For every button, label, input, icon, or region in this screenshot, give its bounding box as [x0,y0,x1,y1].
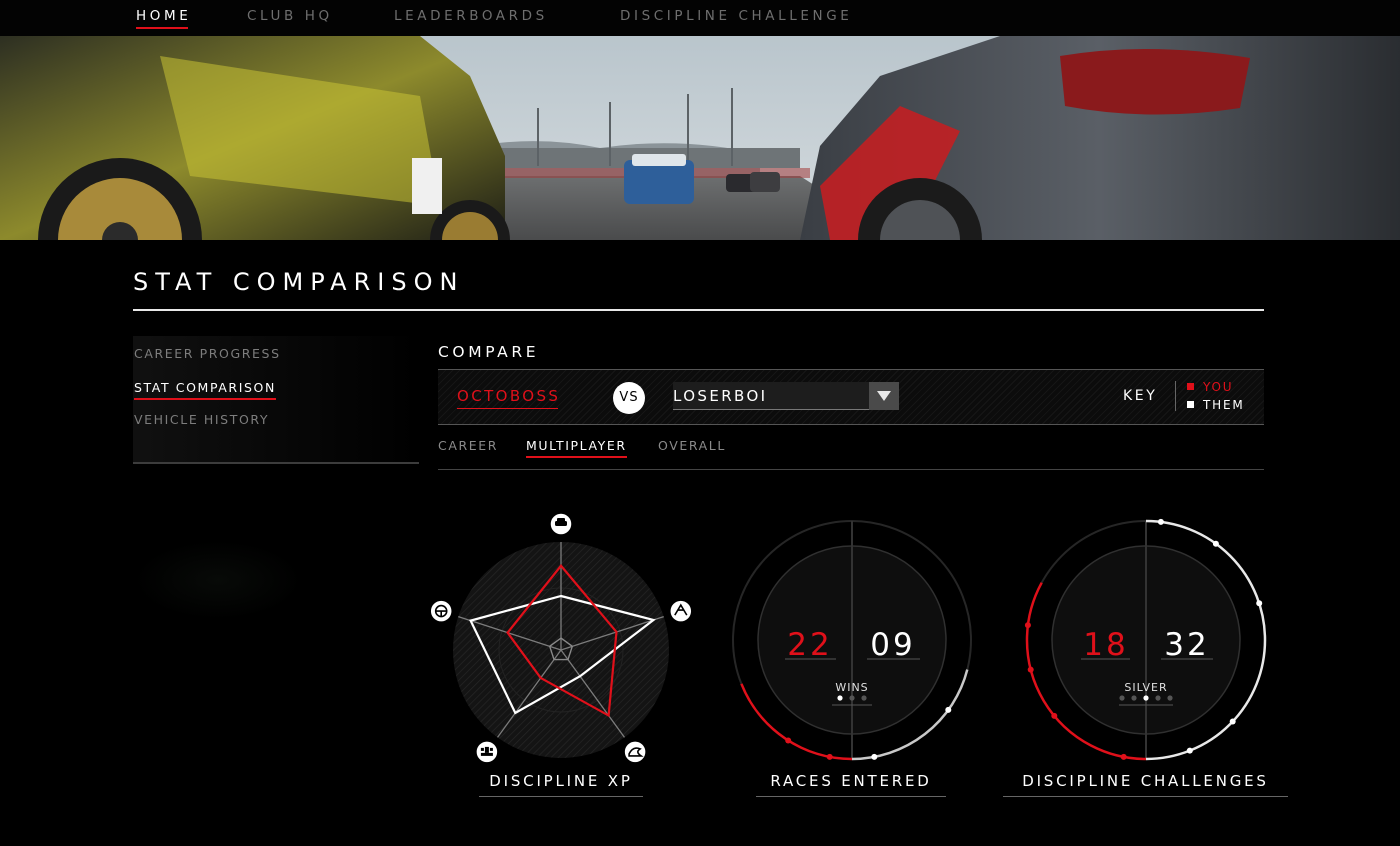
gauge-them-marker [871,753,878,760]
radar-series-them [469,594,656,715]
gauge-you-value: 22 [787,627,832,663]
player-name-you: OCTOBOSS [457,387,561,409]
nav-item-home[interactable]: HOME [136,8,191,29]
gauge-them-value: 32 [1164,627,1209,663]
legend-them-swatch [1187,401,1194,408]
gauge-you-marker [1027,666,1034,673]
sidebar-item-career-progress[interactable]: CAREER PROGRESS [134,346,281,361]
nav-item-discipline-challenge[interactable]: DISCIPLINE CHALLENGE [620,8,852,24]
tab-overall[interactable]: OVERALL [658,438,726,453]
sidebar-divider [133,462,419,464]
sidebar-item-vehicle-history[interactable]: VEHICLE HISTORY [134,412,269,427]
gauge-you-arc [740,683,853,761]
gauge-page-dot[interactable] [1143,695,1149,701]
gauge-you-marker [1051,712,1058,719]
opponent-name: LOSERBOI [673,387,768,405]
gauge-them-value: 09 [870,627,915,663]
radar-hub [548,637,574,661]
touring-car-icon [549,512,573,536]
hero-banner-image [0,36,1400,240]
gauge-page-dot[interactable] [1155,695,1161,701]
gauge-them-arc [851,669,969,761]
legend-you: YOU [1187,380,1233,394]
key-divider [1175,381,1176,411]
gauge-them-marker [1256,600,1263,607]
drift-icon [669,599,693,623]
opponent-dropdown[interactable]: LOSERBOI [673,382,899,410]
tabs-divider [438,469,1264,470]
gauge-sub-label: WINS [835,681,868,694]
gauge-them-marker [1186,747,1193,754]
steering-wheel-icon [429,599,453,623]
radar-axis-line [496,649,562,738]
legend-you-swatch [1187,383,1194,390]
tab-multiplayer[interactable]: MULTIPLAYER [526,438,627,458]
gauge-you-marker [826,753,833,760]
radar-axis-line [458,616,562,651]
gauge-page-dot[interactable] [837,695,843,701]
legend-them: THEM [1187,398,1245,412]
gauge-outer-ring [1026,520,1266,760]
gauge-them-marker [1229,718,1236,725]
gauge-you-marker [785,737,792,744]
gauge-page-dot[interactable] [1119,695,1125,701]
tab-career[interactable]: CAREER [438,438,498,453]
circuit-icon [623,740,647,764]
chart-title-races-entered: RACES ENTERED [756,772,946,797]
sidebar-item-stat-comparison[interactable]: STAT COMPARISON [134,380,276,400]
gauge-inner-disc [757,545,947,735]
race-scene-illustration [0,36,1400,240]
gauge-you-value: 18 [1083,627,1128,663]
discipline-xp-radar [429,512,693,764]
gauge-you-marker [1120,753,1127,760]
gauge-page-dot[interactable] [1131,695,1137,701]
legend-them-label: THEM [1203,398,1245,412]
nav-item-club-hq[interactable]: CLUB HQ [247,8,333,24]
chart-title-discipline-challenges: DISCIPLINE CHALLENGES [1003,772,1288,797]
gauge-them-marker [945,706,952,713]
gauge-them-marker [1157,518,1164,525]
sidebar: CAREER PROGRESS STAT COMPARISON VEHICLE … [133,336,419,464]
radar-axis-line [560,649,626,738]
discipline-challenges-gauge: 18 32 SILVER [1024,518,1267,761]
gauge-inner-disc [1051,545,1241,735]
page-title: STAT COMPARISON [133,268,465,296]
radar-axis-line [560,616,664,651]
gauge-sub-label: SILVER [1124,681,1167,694]
nav-item-leaderboards[interactable]: LEADERBOARDS [394,8,548,24]
gauge-them-arc [1145,519,1267,761]
open-wheel-icon [475,740,499,764]
radar-series-you [506,564,618,718]
races-entered-gauge: 22 09 WINS [732,520,972,761]
compare-bar: OCTOBOSS VS LOSERBOI KEY YOU THEM [438,369,1264,425]
gauge-outer-ring [732,520,972,760]
gauge-them-marker [1212,540,1219,547]
gauge-page-dot[interactable] [1167,695,1173,701]
gauge-page-dot[interactable] [849,695,855,701]
title-divider [133,309,1264,311]
top-navigation: HOME CLUB HQ LEADERBOARDS DISCIPLINE CHA… [0,0,1400,36]
vs-badge: VS [613,382,645,414]
gauge-you-arc [1025,582,1147,761]
radar-ring-inner [498,587,624,713]
chevron-down-icon[interactable] [869,382,899,410]
sidebar-glow [133,540,303,620]
gauge-page-dot[interactable] [861,695,867,701]
gauge-you-marker [1024,622,1031,629]
legend-you-label: YOU [1203,380,1234,394]
key-label: KEY [1123,388,1158,404]
compare-heading: COMPARE [438,343,540,361]
radar-background [453,542,669,758]
chart-title-discipline-xp: DISCIPLINE XP [479,772,643,797]
